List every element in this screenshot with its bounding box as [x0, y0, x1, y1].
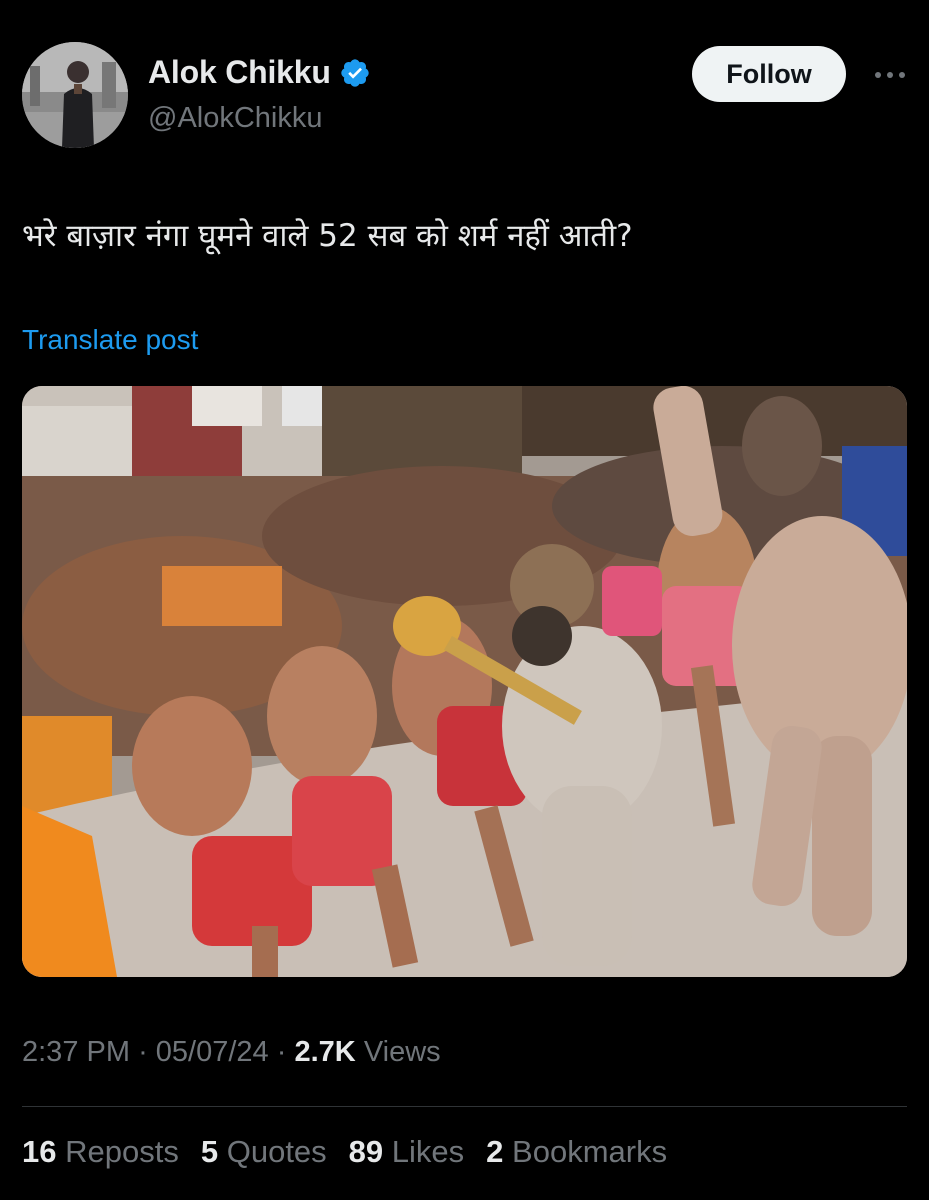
name-row: Alok Chikku: [148, 54, 371, 91]
ellipsis-icon[interactable]: [870, 60, 910, 90]
quotes-count: 5: [200, 1134, 219, 1169]
post-date[interactable]: 05/07/24: [156, 1036, 269, 1068]
meta-separator: ·: [138, 1036, 148, 1068]
author-display-name[interactable]: Alok Chikku: [148, 54, 331, 91]
verified-badge-icon: [339, 57, 371, 89]
post-header: Alok Chikku @AlokChikku Follow: [22, 40, 907, 150]
reposts-label: Reposts: [65, 1134, 179, 1169]
post-meta: 2:37 PM · 05/07/24 · 2.7K Views: [22, 1036, 441, 1069]
likes-count: 89: [348, 1134, 384, 1169]
likes-label: Likes: [391, 1134, 465, 1169]
quotes-label: Quotes: [226, 1134, 327, 1169]
bookmarks-count: 2: [486, 1134, 504, 1169]
follow-button[interactable]: Follow: [692, 46, 846, 102]
post-time[interactable]: 2:37 PM: [22, 1036, 130, 1068]
post-image[interactable]: [22, 386, 907, 977]
divider: [22, 1106, 907, 1107]
likes-stat[interactable]: 89 Likes: [349, 1134, 464, 1170]
quotes-stat[interactable]: 5 Quotes: [201, 1134, 327, 1170]
bookmarks-stat[interactable]: 2 Bookmarks: [486, 1134, 667, 1170]
reposts-stat[interactable]: 16 Reposts: [22, 1134, 179, 1170]
bookmarks-label: Bookmarks: [512, 1134, 668, 1169]
avatar[interactable]: [22, 42, 128, 148]
views-count: 2.7K: [294, 1036, 356, 1068]
engagement-stats: 16 Reposts 5 Quotes 89 Likes 2 Bookmarks: [22, 1134, 667, 1170]
views-label: Views: [363, 1036, 441, 1068]
post-text: भरे बाज़ार नंगा घूमने वाले 52 सब को शर्म…: [22, 218, 633, 254]
translate-post-link[interactable]: Translate post: [22, 324, 198, 356]
meta-separator: ·: [276, 1036, 287, 1068]
author-handle[interactable]: @AlokChikku: [148, 102, 323, 135]
reposts-count: 16: [22, 1134, 57, 1169]
